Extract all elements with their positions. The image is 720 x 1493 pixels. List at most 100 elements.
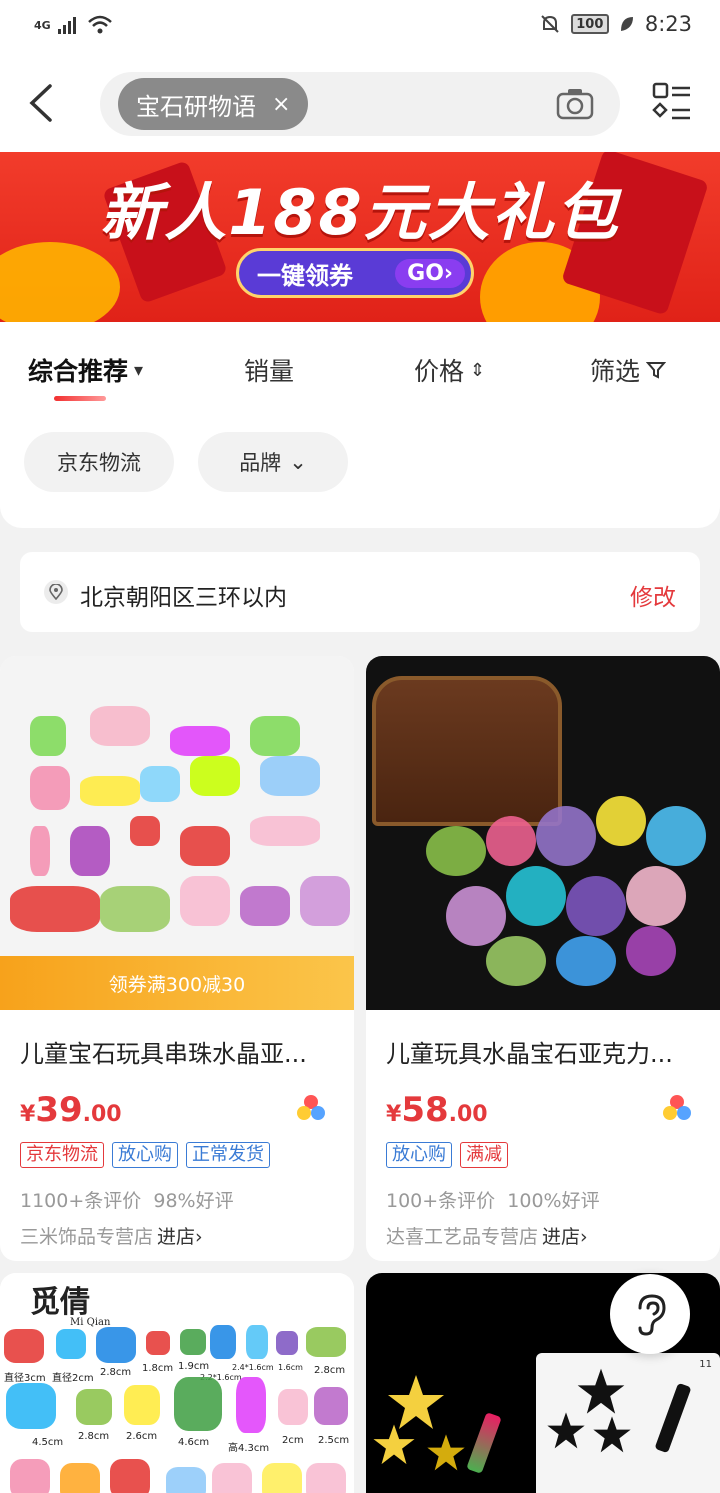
product-tag: 正常发货 [186, 1142, 270, 1168]
tab-recommended[interactable]: 综合推荐 ▾ [28, 352, 143, 388]
size-label: 1.6cm [278, 1363, 303, 1372]
product-reviews: 100+条评价 100%好评 [386, 1186, 600, 1213]
search-header: 宝石研物语 × [0, 56, 720, 152]
product-price: ¥39.00 [20, 1090, 122, 1130]
size-label: 2.4*1.6cm [232, 1363, 274, 1372]
leaf-icon [620, 17, 633, 31]
product-card[interactable]: 觅倩 Mi Qian 直径3cm 直径2cm 2.8cm 1.8cm 1.9cm… [0, 1273, 354, 1493]
tab-label: 筛选 [590, 357, 641, 386]
tab-price[interactable]: 价格 ⇕ [414, 352, 485, 388]
similar-items-icon[interactable] [662, 1094, 692, 1122]
product-card[interactable]: 领券满300减30 儿童宝石玩具串珠水晶亚... ¥39.00 京东物流 放心购… [0, 656, 354, 1261]
positive-rate: 98%好评 [153, 1190, 234, 1212]
size-label: 2cm [282, 1435, 304, 1446]
battery-indicator: 100 [570, 14, 609, 34]
back-arrow-icon[interactable] [22, 78, 62, 128]
similar-items-icon[interactable] [296, 1094, 326, 1122]
status-left: 4G [34, 14, 113, 36]
product-tags: 京东物流 放心购 正常发货 [20, 1142, 270, 1168]
product-price: ¥58.00 [386, 1090, 488, 1130]
review-count: 100+条评价 [386, 1190, 496, 1212]
tab-filter[interactable]: 筛选 [590, 352, 667, 388]
wifi-icon [87, 15, 112, 34]
tab-sales[interactable]: 销量 [244, 352, 294, 388]
size-label: 4.6cm [178, 1437, 210, 1448]
shop-info: 三米饰品专营店 进店› [20, 1222, 203, 1249]
product-tag: 满减 [460, 1142, 508, 1168]
size-label: 直径3cm [4, 1373, 46, 1384]
product-title[interactable]: 儿童玩具水晶宝石亚克力... [386, 1034, 702, 1069]
banner-cta-button[interactable]: 一键领券 GO› [236, 248, 474, 298]
chevron-down-icon: ⌄ [289, 450, 307, 474]
size-label: 1.9cm [178, 1361, 210, 1372]
status-right: 100 8:23 [539, 12, 692, 36]
sort-filter-panel: 综合推荐 ▾ 销量 价格 ⇕ 筛选 京东物流 品牌 ⌄ [0, 322, 720, 528]
tab-label: 综合推荐 [28, 357, 129, 386]
brand-logo: 觅倩 Mi Qian [30, 1277, 110, 1328]
product-tag: 京东物流 [20, 1142, 104, 1168]
party-popper-decoration [654, 1382, 692, 1454]
star-decoration [373, 1424, 415, 1465]
tab-label: 价格 [414, 357, 465, 386]
size-label: 2.8cm [314, 1365, 346, 1376]
size-label: 2.6cm [126, 1431, 158, 1442]
star-decoration [547, 1412, 585, 1449]
product-card[interactable]: 儿童玩具水晶宝石亚克力... ¥58.00 放心购 满减 100+条评价 100… [366, 656, 720, 1261]
product-tags: 放心购 满减 [386, 1142, 508, 1168]
enter-shop-link[interactable]: 进店› [542, 1226, 588, 1248]
product-image[interactable]: 领券满300减30 [0, 656, 354, 1010]
product-title[interactable]: 儿童宝石玩具串珠水晶亚... [20, 1034, 336, 1069]
price-symbol: ¥ [386, 1102, 402, 1127]
positive-rate: 100%好评 [507, 1190, 600, 1212]
star-decoration [593, 1416, 631, 1453]
filter-label: 京东物流 [57, 451, 141, 475]
product-image[interactable] [366, 656, 720, 1010]
mute-bell-icon [541, 15, 559, 33]
size-label: 4.5cm [32, 1437, 64, 1448]
shop-name: 达喜工艺品专营店 [386, 1226, 539, 1248]
product-image[interactable]: 觅倩 Mi Qian 直径3cm 直径2cm 2.8cm 1.8cm 1.9cm… [0, 1273, 354, 1493]
location-pin-icon [44, 580, 68, 604]
size-label: 1.8cm [142, 1363, 174, 1374]
shop-info: 达喜工艺品专营店 进店› [386, 1222, 588, 1249]
treasure-chest-decoration [372, 676, 562, 826]
list-view-toggle-icon[interactable] [652, 82, 692, 122]
enter-shop-link[interactable]: 进店› [157, 1226, 203, 1248]
size-label: 2.8cm [78, 1431, 110, 1442]
clear-keyword-icon[interactable]: × [272, 92, 290, 117]
feedback-float-button[interactable] [610, 1274, 690, 1354]
filter-label: 品牌 [239, 451, 282, 475]
star-decoration [577, 1368, 625, 1414]
delivery-location-bar: 北京朝阳区三环以内 修改 [20, 552, 700, 632]
location-address: 北京朝阳区三环以内 [80, 585, 287, 611]
banner-cta-text: 一键领券 [257, 261, 353, 290]
status-bar: 4G 100 8:23 [0, 0, 720, 56]
price-decimal: .00 [82, 1102, 122, 1127]
price-decimal: .00 [448, 1102, 488, 1127]
shop-name: 三米饰品专营店 [20, 1226, 154, 1248]
search-keyword-chip[interactable]: 宝石研物语 × [118, 78, 309, 130]
active-tab-indicator [54, 396, 106, 401]
edit-location-link[interactable]: 修改 [630, 578, 676, 612]
camera-icon[interactable] [556, 86, 594, 122]
banner-headline: 新人188元大礼包 [100, 176, 620, 249]
product-tag: 放心购 [112, 1142, 178, 1168]
size-label: 2.5cm [318, 1435, 350, 1446]
sort-updown-icon: ⇕ [470, 359, 486, 381]
banner-go-label: GO› [395, 258, 465, 288]
search-keyword: 宝石研物语 [136, 92, 256, 121]
search-bar[interactable]: 宝石研物语 × [100, 72, 620, 136]
network-label: 4G [34, 18, 51, 32]
banner-decoration [0, 242, 120, 322]
filter-brand[interactable]: 品牌 ⌄ [198, 432, 348, 492]
price-symbol: ¥ [20, 1102, 36, 1127]
size-label: 2.8cm [100, 1367, 132, 1378]
clock: 8:23 [644, 12, 692, 36]
promo-banner[interactable]: 新人188元大礼包 一键领券 GO› [0, 152, 720, 322]
filter-jd-logistics[interactable]: 京东物流 [24, 432, 174, 492]
stencil-number: 11 [699, 1359, 712, 1370]
party-popper-decoration [466, 1412, 502, 1474]
price-integer: 58 [401, 1090, 449, 1130]
brand-name: 觅倩 [30, 1285, 90, 1320]
tab-label: 销量 [244, 357, 295, 386]
